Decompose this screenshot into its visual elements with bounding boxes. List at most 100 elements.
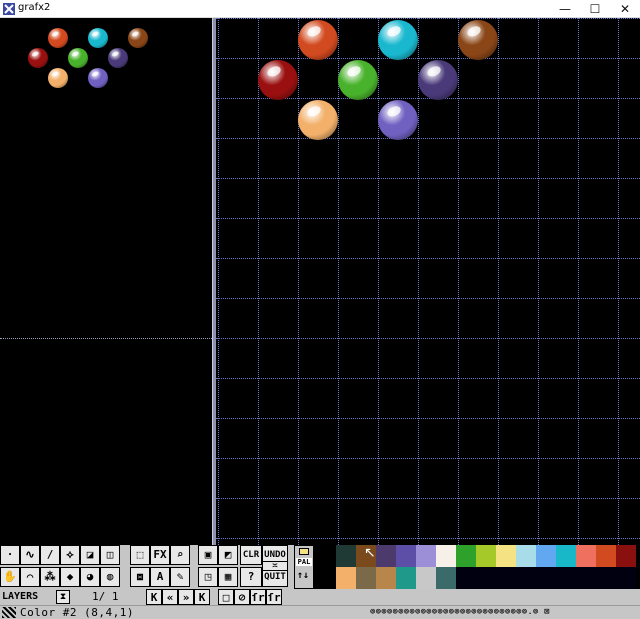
preview-ball [68, 48, 88, 68]
grid-line-horizontal [216, 338, 640, 339]
layer-prev-button[interactable]: « [162, 589, 178, 605]
palette-swatch[interactable] [616, 567, 636, 589]
palette-swatch[interactable] [376, 567, 396, 589]
lasso-tool[interactable]: ⧈ [130, 567, 150, 587]
freehand-tool[interactable]: ∿ [20, 545, 40, 565]
layer-last-button[interactable]: K [194, 589, 210, 605]
picker-tool[interactable]: ✎ [170, 567, 190, 587]
palette-swatch[interactable] [576, 567, 596, 589]
zoomed-ball [338, 60, 378, 100]
layers-label[interactable]: LAYERS [2, 591, 38, 602]
palette-swatch[interactable] [616, 545, 636, 567]
adjust-tool[interactable]: ◩ [218, 545, 238, 565]
grid-line-horizontal [216, 458, 640, 459]
palette-swatch[interactable] [556, 545, 576, 567]
preview-ball [128, 28, 148, 48]
palette-swatch[interactable] [336, 545, 356, 567]
zoomed-ball [298, 100, 338, 140]
help-tool[interactable]: ? [240, 567, 262, 587]
fill-tool[interactable]: ⟡ [60, 545, 80, 565]
palette-swatch[interactable] [416, 567, 436, 589]
effects-tool[interactable]: FX [150, 545, 170, 565]
zoomed-ball [298, 20, 338, 60]
minimize-button[interactable]: — [550, 0, 580, 18]
layer-move-button[interactable]: ſr [266, 589, 282, 605]
settings-tool[interactable]: ▦ [218, 567, 238, 587]
rect-tool[interactable]: ◫ [100, 545, 120, 565]
gradient-tool[interactable]: ◍ [100, 567, 120, 587]
tool-buttons: · ∿ / ⟡ ◪ ◫ ⬚ FX ⌕ ▣ ◩ CLR UNDO ✋ ⌒ ⁂ ◆ ◕ ◍ ⧈ A ✎ ◳ ▦? QUIT ≍ [0, 545, 296, 589]
palette-swatch[interactable] [436, 545, 456, 567]
palette-swatch[interactable] [496, 545, 516, 567]
palette-label: PAL [296, 558, 312, 566]
palette-swatch[interactable] [336, 567, 356, 589]
preview-ball [88, 28, 108, 48]
layer-first-button[interactable]: K [146, 589, 162, 605]
palette-scroll-arrows[interactable]: ↑↓ [297, 570, 309, 581]
palette-swatch[interactable] [456, 567, 476, 589]
curve-tool[interactable]: ⌒ [20, 567, 40, 587]
layer-next-button[interactable]: » [178, 589, 194, 605]
palette-swatch[interactable] [476, 567, 496, 589]
window-tool[interactable]: ◳ [198, 567, 218, 587]
palette-swatch[interactable] [596, 567, 616, 589]
palette-swatch[interactable] [316, 567, 336, 589]
text-tool[interactable]: A [150, 567, 170, 587]
palette-button[interactable]: PAL ↑↓ [294, 545, 314, 589]
palette-swatch[interactable] [516, 567, 536, 589]
layer-merge-button[interactable]: ſr [250, 589, 266, 605]
status-text: Color #2 (8,4,1) [20, 606, 134, 619]
palette-swatch[interactable] [496, 567, 516, 589]
grafx2-app-icon [3, 3, 15, 15]
palette-swatch[interactable] [536, 567, 556, 589]
preview-pane[interactable] [0, 18, 212, 545]
grid-line-horizontal [216, 418, 640, 419]
layer-add-button[interactable]: □ [218, 589, 234, 605]
zoomed-ball [378, 100, 418, 140]
palette-swatch[interactable] [576, 545, 596, 567]
hand-tool[interactable]: ✋ [0, 567, 20, 587]
screen-tool[interactable]: ▣ [198, 545, 218, 565]
preview-ball [108, 48, 128, 68]
zoomed-ball [378, 20, 418, 60]
palette-swatch[interactable] [356, 567, 376, 589]
palette-swatch[interactable] [376, 545, 396, 567]
zoomed-ball [258, 60, 298, 100]
palette-swatch[interactable] [516, 545, 536, 567]
filled-rect-tool[interactable]: ◪ [80, 545, 100, 565]
layer-bar-filler [296, 589, 640, 605]
palette-swatch[interactable] [316, 545, 336, 567]
layers-count: 1/ 1 [92, 590, 119, 603]
palette-swatch[interactable] [596, 545, 616, 567]
clear-tool[interactable]: CLR [240, 545, 262, 565]
preview-ball [48, 68, 68, 88]
palette-swatch[interactable] [456, 545, 476, 567]
palette-swatch[interactable] [436, 567, 456, 589]
line-tool[interactable]: / [40, 545, 60, 565]
palette-swatch[interactable] [416, 545, 436, 567]
window-title: grafx2 [18, 2, 51, 13]
status-indicators: ⊚⊚⊚⊚⊚⊚⊚⊚⊚⊚⊚⊚⊚⊚⊚⊚⊚⊚⊚⊚⊚⊚⊚⊚⊚⊚⊚⊚.⊚ ⊠ [370, 607, 550, 617]
magnify-tool[interactable]: ⌕ [170, 545, 190, 565]
layer-delete-button[interactable]: ⊘ [234, 589, 250, 605]
palette-swatch[interactable] [536, 545, 556, 567]
palette-swatch[interactable] [396, 567, 416, 589]
brush-grab-tool[interactable]: ⬚ [130, 545, 150, 565]
maximize-button[interactable]: ☐ [580, 0, 610, 18]
grid-line-horizontal [216, 178, 640, 179]
filled-circle-tool[interactable]: ◕ [80, 567, 100, 587]
undo-redo-separator[interactable]: ≍ [262, 561, 288, 571]
hourglass-icon[interactable]: ⧗ [56, 590, 70, 604]
spray-tool[interactable]: ⁂ [40, 567, 60, 587]
palette-swatch[interactable] [476, 545, 496, 567]
grip-icon[interactable] [2, 607, 16, 618]
palette-swatch[interactable] [556, 567, 576, 589]
status-bar: Color #2 (8,4,1) ⊚⊚⊚⊚⊚⊚⊚⊚⊚⊚⊚⊚⊚⊚⊚⊚⊚⊚⊚⊚⊚⊚⊚… [0, 605, 640, 619]
zoomed-editor[interactable] [216, 18, 640, 545]
dot-brush-tool[interactable]: · [0, 545, 20, 565]
zoomed-ball [418, 60, 458, 100]
palette-swatch[interactable] [396, 545, 416, 567]
close-button[interactable]: ✕ [610, 0, 640, 18]
polyfill-tool[interactable]: ◆ [60, 567, 80, 587]
preview-ball [88, 68, 108, 88]
